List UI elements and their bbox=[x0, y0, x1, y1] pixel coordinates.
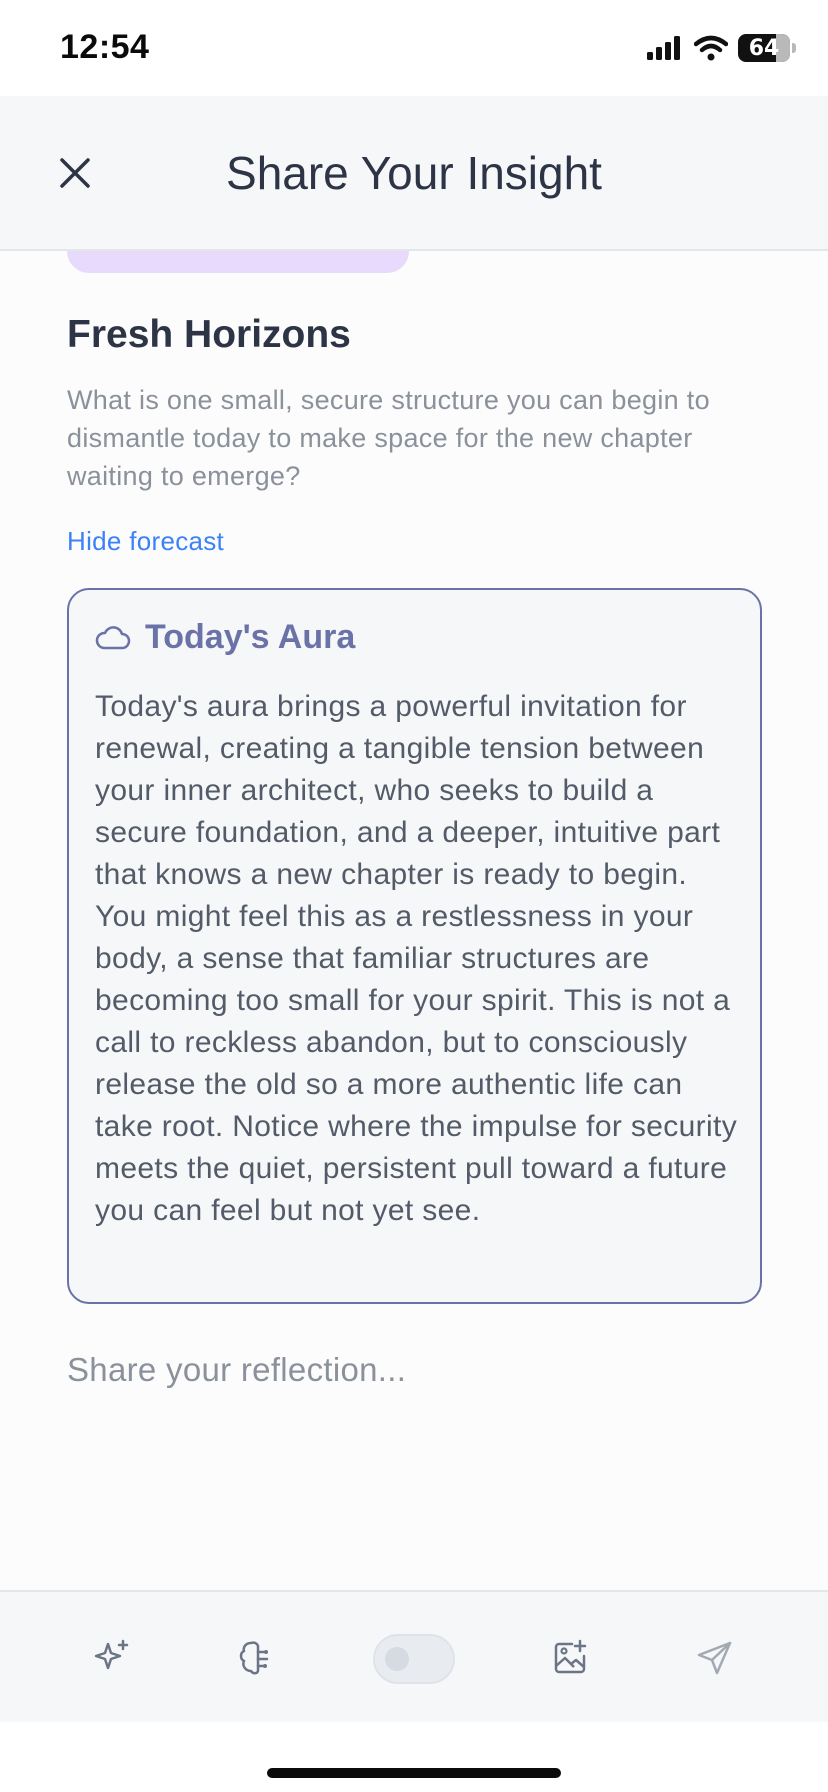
bottom-toolbar bbox=[0, 1590, 828, 1722]
aura-text: Today's aura brings a powerful invitatio… bbox=[95, 690, 738, 1227]
aura-title: Today's Aura bbox=[145, 618, 356, 656]
cellular-signal-icon bbox=[647, 36, 680, 60]
status-bar: 12:54 64 bbox=[0, 0, 828, 96]
content-area[interactable]: Fresh Horizons What is one small, secure… bbox=[0, 251, 828, 1590]
brain-icon bbox=[239, 1641, 269, 1675]
page-title: Share Your Insight bbox=[226, 147, 602, 199]
status-icons: 64 bbox=[646, 34, 796, 62]
add-image-button[interactable] bbox=[542, 1630, 598, 1686]
category-pill bbox=[67, 251, 409, 273]
home-indicator[interactable] bbox=[267, 1768, 561, 1778]
privacy-toggle[interactable] bbox=[373, 1634, 455, 1684]
send-icon bbox=[697, 1641, 732, 1675]
toggle-knob bbox=[385, 1647, 409, 1671]
prompt-question: What is one small, secure structure you … bbox=[67, 385, 710, 491]
add-image-icon bbox=[554, 1639, 587, 1674]
aura-card: Today's Aura Today's aura brings a power… bbox=[67, 588, 762, 1304]
modal-header: Share Your Insight bbox=[0, 96, 828, 251]
reflection-input[interactable] bbox=[67, 1351, 767, 1389]
battery-icon: 64 bbox=[738, 34, 790, 62]
cloud-icon bbox=[95, 625, 131, 649]
wifi-icon bbox=[694, 35, 728, 61]
sparkle-icon bbox=[94, 1639, 129, 1670]
ai-sparkle-button[interactable] bbox=[84, 1630, 140, 1686]
hide-forecast-link[interactable]: Hide forecast bbox=[67, 526, 224, 557]
status-time: 12:54 bbox=[60, 28, 150, 66]
send-button[interactable] bbox=[687, 1630, 743, 1686]
prompt-title: Fresh Horizons bbox=[67, 313, 351, 356]
home-area bbox=[0, 1722, 828, 1792]
battery-level: 64 bbox=[748, 35, 780, 61]
brain-button[interactable] bbox=[228, 1630, 284, 1686]
aura-header: Today's Aura bbox=[95, 618, 355, 657]
